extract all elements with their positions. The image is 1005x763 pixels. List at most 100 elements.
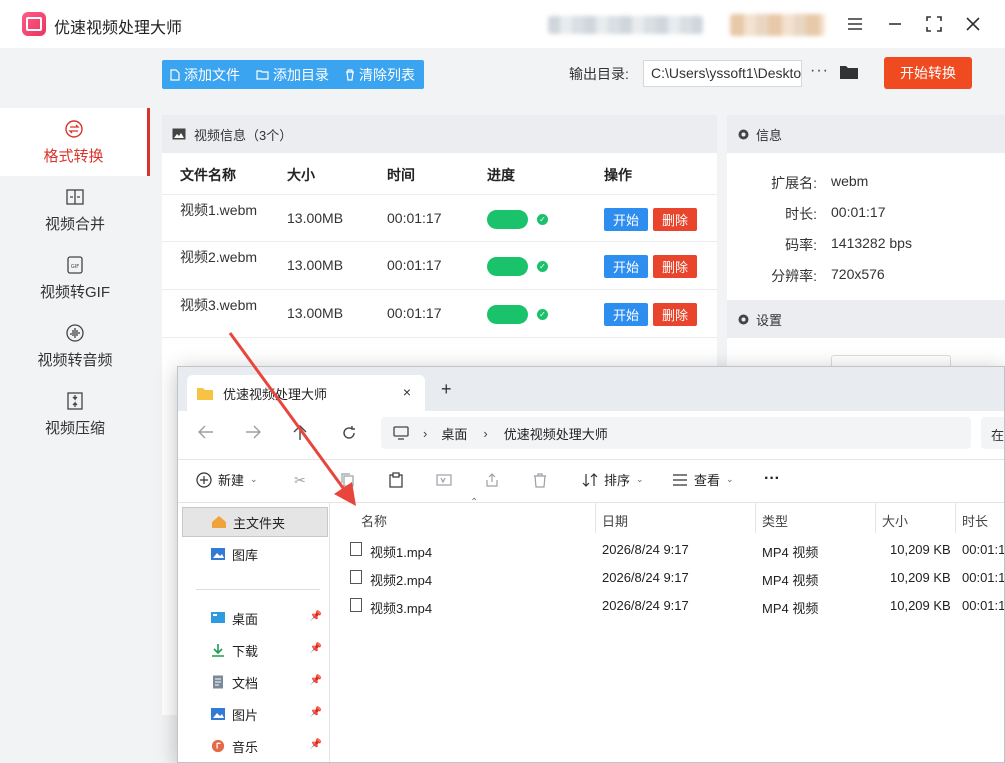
breadcrumb-folder[interactable]: 优速视频处理大师	[504, 424, 608, 443]
folder-icon	[197, 387, 213, 400]
refresh-icon[interactable]	[341, 425, 357, 446]
delete-button[interactable]: 删除	[653, 208, 697, 231]
column-divider	[955, 503, 956, 533]
gear-icon	[738, 314, 749, 324]
search-box[interactable]: 在	[981, 417, 1004, 449]
back-icon[interactable]	[198, 425, 214, 444]
file-type: MP4 视频	[762, 545, 819, 560]
chevron-right-icon: ›	[423, 425, 428, 441]
address-bar[interactable]: › 桌面 › 优速视频处理大师	[381, 417, 971, 449]
menu-icon[interactable]	[843, 12, 867, 36]
view-button[interactable]: 查看 ⌄	[672, 470, 734, 489]
column-header-name[interactable]: 名称	[361, 511, 387, 530]
pin-icon: 📌	[309, 739, 322, 750]
nav-item-home[interactable]: 主文件夹	[182, 507, 328, 537]
app-logo-icon	[22, 12, 46, 36]
file-duration: 00:01:17	[962, 598, 1005, 613]
column-header-type[interactable]: 类型	[762, 511, 788, 530]
paste-icon[interactable]	[387, 472, 405, 490]
pin-icon: 📌	[309, 611, 322, 622]
file-size: 13.00MB	[287, 305, 344, 321]
up-icon[interactable]	[293, 425, 307, 446]
nav-item-desktop[interactable]: 桌面 📌	[182, 603, 328, 633]
nav-label: 下载	[232, 643, 259, 659]
start-convert-button[interactable]: 开始转换	[884, 57, 972, 89]
maximize-icon[interactable]	[922, 12, 946, 36]
start-button[interactable]: 开始	[604, 303, 648, 326]
sidebar-item-label: 视频转GIF	[40, 283, 110, 301]
sidebar-item-video-compress[interactable]: 视频压缩	[0, 380, 150, 448]
sidebar-item-video-gif[interactable]: GIF 视频转GIF	[0, 244, 150, 312]
sidebar-item-format-convert[interactable]: 格式转换	[0, 108, 150, 176]
browse-more-button[interactable]: ···	[810, 62, 829, 80]
file-row[interactable]: 视频2.mp4 2026/8/24 9:17 MP4 视频 10,209 KB …	[348, 565, 1004, 591]
nav-item-documents[interactable]: 文档 📌	[182, 667, 328, 697]
folder-icon	[256, 70, 269, 80]
share-icon[interactable]	[483, 472, 501, 490]
explorer-file-list: ⌃ 名称 日期 类型 大小 时长 视频1.mp4 2026/8/24 9:17 …	[330, 497, 1005, 762]
file-size: 10,209 KB	[890, 598, 951, 613]
add-file-button[interactable]: 添加文件	[162, 60, 248, 89]
explorer-tab-bar: 优速视频处理大师 × +	[178, 367, 1004, 411]
pin-icon: 📌	[309, 675, 322, 686]
resolution-value: 720x576	[831, 266, 885, 282]
trash-icon	[346, 68, 354, 81]
copy-icon[interactable]	[339, 472, 357, 490]
sidebar-item-video-audio[interactable]: 视频转音频	[0, 312, 150, 380]
close-tab-icon[interactable]: ×	[403, 384, 411, 400]
more-options-button[interactable]: ···	[764, 470, 780, 488]
nav-item-downloads[interactable]: 下载 📌	[182, 635, 328, 665]
column-header-date[interactable]: 日期	[602, 511, 628, 530]
column-divider	[595, 503, 596, 533]
start-button[interactable]: 开始	[604, 208, 648, 231]
column-divider	[875, 503, 876, 533]
nav-item-gallery[interactable]: 图库	[182, 539, 328, 569]
column-header-action: 操作	[604, 167, 632, 183]
open-folder-icon[interactable]	[839, 64, 859, 80]
file-row[interactable]: 视频3.mp4 2026/8/24 9:17 MP4 视频 10,209 KB …	[348, 593, 1005, 619]
column-header-duration[interactable]: 时长	[962, 511, 988, 530]
file-time: 00:01:17	[387, 257, 442, 273]
delete-button[interactable]: 删除	[653, 303, 697, 326]
file-type: MP4 视频	[762, 573, 819, 588]
file-row[interactable]: 视频1.mp4 2026/8/24 9:17 MP4 视频 10,209 KB …	[348, 537, 1004, 563]
file-toolbar: 添加文件 添加目录 清除列表	[162, 60, 424, 89]
explorer-tab[interactable]: 优速视频处理大师 ×	[187, 375, 425, 411]
start-button[interactable]: 开始	[604, 255, 648, 278]
plus-circle-icon	[196, 471, 212, 488]
nav-divider	[196, 589, 320, 590]
column-header-size[interactable]: 大小	[882, 511, 908, 530]
new-button[interactable]: 新建 ⌄	[196, 470, 258, 489]
sort-up-icon: ⌃	[470, 497, 479, 508]
app-title: 优速视频处理大师	[54, 20, 183, 37]
clear-list-button[interactable]: 清除列表	[337, 60, 423, 89]
progress-bar	[487, 257, 528, 276]
add-directory-label: 添加目录	[273, 66, 329, 83]
new-tab-icon[interactable]: +	[441, 379, 452, 400]
rename-icon[interactable]	[435, 472, 453, 490]
output-directory-input[interactable]: C:\Users\yssoft1\Desktop	[643, 60, 802, 87]
close-icon[interactable]	[961, 12, 985, 36]
minimize-icon[interactable]	[883, 12, 907, 36]
merge-icon	[65, 187, 85, 207]
delete-icon[interactable]	[531, 472, 549, 490]
sidebar-item-video-merge[interactable]: 视频合并	[0, 176, 150, 244]
file-name: 视频1.webm	[180, 202, 258, 218]
explorer-tab-title: 优速视频处理大师	[223, 386, 328, 402]
check-icon: ✓	[537, 261, 548, 272]
download-icon	[212, 644, 224, 657]
cut-icon[interactable]: ✂	[291, 472, 309, 490]
sort-label: 排序	[604, 473, 631, 488]
nav-item-pictures[interactable]: 图片 📌	[182, 699, 328, 729]
nav-item-music[interactable]: 音乐 📌	[182, 731, 328, 761]
column-header-time: 时间	[387, 167, 415, 183]
forward-icon[interactable]	[245, 425, 261, 444]
pin-icon: 📌	[309, 707, 322, 718]
blurred-user-info	[548, 16, 703, 34]
breadcrumb-desktop[interactable]: 桌面	[441, 424, 467, 443]
file-name: 视频1.mp4	[370, 545, 433, 560]
add-directory-button[interactable]: 添加目录	[248, 60, 337, 89]
sort-button[interactable]: 排序 ⌄	[582, 470, 644, 489]
blurred-account-info	[730, 14, 825, 36]
delete-button[interactable]: 删除	[653, 255, 697, 278]
